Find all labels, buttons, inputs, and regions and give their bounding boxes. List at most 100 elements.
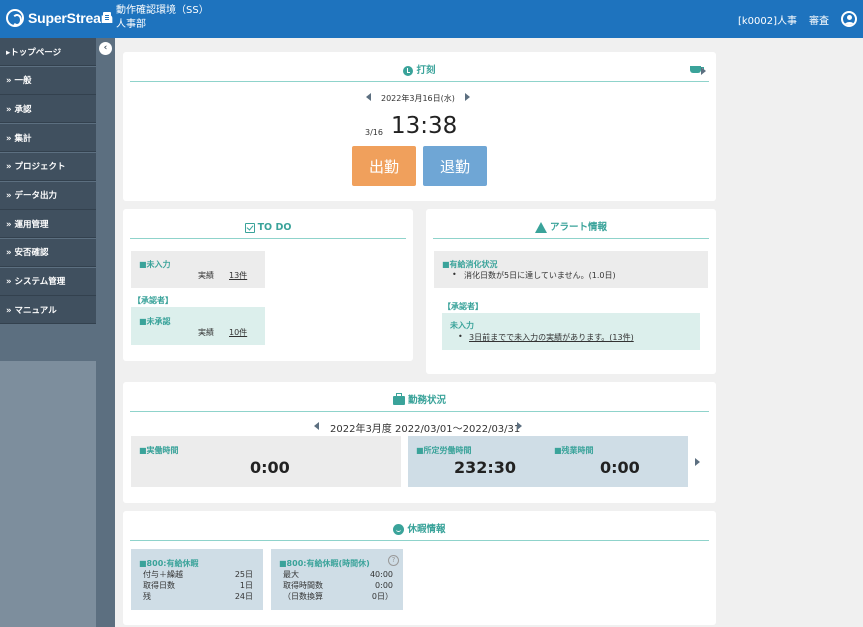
sidebar-item-approval[interactable]: » 承認 — [0, 95, 96, 124]
hourly-leave-value: 0日） — [371, 592, 393, 601]
department-name: 人事部 — [116, 19, 146, 30]
todo-approver-label: 【承認者】 — [133, 296, 173, 305]
hourly-leave-value: 40:00 — [369, 570, 393, 579]
prev-period-arrow-icon[interactable] — [314, 422, 319, 430]
clock-icon — [403, 65, 414, 76]
environment-name: 動作確認環境（SS） — [116, 5, 209, 16]
alert-paid-leave-message: 消化日数が5日に達していません。(1.0日) — [464, 271, 616, 280]
paid-leave-row: 付与＋繰越 25日 — [143, 569, 253, 580]
todo-unentered-box: ■未入力 実績 13件 — [131, 251, 265, 288]
hourly-leave-value: 0:00 — [375, 581, 393, 590]
next-date-arrow-icon[interactable] — [465, 93, 470, 101]
todo-unentered-label: ■未入力 — [139, 260, 171, 269]
paid-leave-key: 残 — [143, 592, 151, 601]
clock-in-button[interactable]: 出勤 — [352, 146, 416, 186]
help-icon[interactable]: ? — [388, 555, 399, 566]
sidebar-item-general[interactable]: » 一般 — [0, 66, 96, 95]
actual-hours-value: 0:00 — [250, 458, 290, 477]
alert-title: アラート情報 — [433, 221, 709, 239]
hourly-leave-label: ■800:有給休暇(時間休) — [279, 559, 370, 568]
sidebar-collapse-button[interactable]: ‹ — [99, 42, 112, 55]
sidebar-item-safety[interactable]: » 安否確認 — [0, 238, 96, 267]
scheduled-hours-box: ■所定労働時間 232:30 ■残業時間 0:00 — [408, 436, 688, 487]
brand-name: SuperStream — [28, 10, 113, 26]
hourly-leave-row: 取得時間数 0:00 — [283, 580, 393, 591]
sidebar-item-manual[interactable]: » マニュアル — [0, 296, 96, 325]
checkbox-icon — [244, 222, 255, 233]
superstream-logo[interactable]: SuperStream — [6, 9, 113, 27]
user-name[interactable]: [k0002]人事 — [738, 12, 797, 27]
work-title: 勤務状況 — [130, 393, 709, 412]
punch-title: 打刻 — [130, 64, 709, 82]
leave-title-text: 休暇情報 — [407, 524, 446, 535]
current-time: 13:38 — [391, 113, 458, 139]
prev-date-arrow-icon[interactable] — [366, 93, 371, 101]
sidebar-item-operation[interactable]: » 運用管理 — [0, 210, 96, 239]
sidebar-item-system[interactable]: » システム管理 — [0, 267, 96, 296]
punch-card: 打刻 2022年3月16日(水) 3/16 13:38 出勤 退勤 — [123, 52, 716, 201]
todo-unentered-link[interactable]: 13件 — [229, 270, 247, 281]
scheduled-hours-value: 232:30 — [454, 458, 517, 477]
paid-leave-key: 取得日数 — [143, 581, 175, 590]
paid-leave-value: 24日 — [234, 592, 253, 601]
paid-leave-box: ■800:有給休暇 付与＋繰越 25日 取得日数 1日 残 24日 — [131, 549, 263, 610]
user-icon[interactable] — [841, 11, 857, 27]
punch-title-text: 打刻 — [416, 65, 436, 76]
warning-icon — [534, 222, 547, 233]
role-label[interactable]: 審査 — [809, 12, 829, 27]
paid-leave-row: 取得日数 1日 — [143, 580, 253, 591]
header-user-area: [k0002]人事 審査 — [738, 11, 857, 27]
scheduled-hours-label: ■所定労働時間 — [416, 446, 472, 455]
sidebar-item-project[interactable]: » プロジェクト — [0, 152, 96, 181]
punch-more-arrow-icon[interactable] — [701, 67, 706, 75]
sidebar: ▸トップページ » 一般 » 承認 » 集計 » プロジェクト » データ出力 … — [0, 38, 115, 627]
actual-hours-box: ■実働時間 0:00 — [131, 436, 401, 487]
todo-title: TO DO — [130, 221, 406, 239]
next-work-arrow-icon[interactable] — [695, 458, 700, 466]
hourly-leave-row: 最大 40:00 — [283, 569, 393, 580]
alert-unentered-bullet: • — [458, 332, 463, 341]
smile-icon — [393, 524, 405, 535]
alert-card: アラート情報 ■有給消化状況 • 消化日数が5日に達していません。(1.0日) … — [426, 209, 716, 374]
paid-leave-value: 1日 — [239, 581, 253, 590]
work-status-card: 勤務状況 2022年3月度 2022/03/01～2022/03/31 ■実働時… — [123, 382, 716, 503]
paid-leave-details: 付与＋繰越 25日 取得日数 1日 残 24日 — [143, 569, 253, 602]
alert-approver-label: 【承認者】 — [443, 302, 483, 311]
alert-paid-leave-label: ■有給消化状況 — [442, 260, 498, 269]
todo-card: TO DO ■未入力 実績 13件 【承認者】 ■未承認 実績 10件 — [123, 209, 413, 361]
alert-unentered-link[interactable]: 3日前までで未入力の実績があります。(13件) — [469, 332, 634, 343]
alert-paid-leave-bullet: • — [452, 270, 457, 279]
todo-unapproved-link[interactable]: 10件 — [229, 327, 247, 338]
sidebar-item-data-output[interactable]: » データ出力 — [0, 181, 96, 210]
hourly-leave-details: 最大 40:00 取得時間数 0:00 （日数換算 0日） — [283, 569, 393, 602]
todo-unapproved-box: ■未承認 実績 10件 — [131, 307, 265, 345]
sidebar-item-aggregate[interactable]: » 集計 — [0, 124, 96, 153]
todo-unapproved-label: ■未承認 — [139, 317, 171, 326]
next-period-arrow-icon[interactable] — [517, 422, 522, 430]
paid-leave-value: 25日 — [234, 570, 253, 579]
sidebar-background — [0, 361, 96, 627]
leave-title: 休暇情報 — [130, 523, 709, 541]
briefcase-icon — [392, 393, 405, 405]
todo-unentered-key: 実績 — [198, 271, 214, 280]
paid-leave-key: 付与＋繰越 — [143, 570, 183, 579]
hourly-leave-key: 最大 — [283, 570, 299, 579]
sidebar-item-top-page[interactable]: ▸トップページ — [0, 38, 96, 66]
logo-icon — [6, 9, 24, 27]
overtime-value: 0:00 — [600, 458, 640, 477]
punch-date: 2022年3月16日(水) — [381, 94, 455, 103]
clock-out-button[interactable]: 退勤 — [423, 146, 487, 186]
work-title-text: 勤務状況 — [407, 395, 446, 406]
app-header: SuperStream 動作確認環境（SS） 人事部 [k0002]人事 審査 — [0, 0, 863, 38]
overtime-label: ■残業時間 — [554, 446, 594, 455]
alert-unentered-box: 未入力 • 3日前までで未入力の実績があります。(13件) — [442, 313, 700, 350]
paid-leave-row: 残 24日 — [143, 591, 253, 602]
alert-unentered-label: 未入力 — [450, 321, 474, 330]
hourly-leave-key: 取得時間数 — [283, 581, 323, 590]
todo-unapproved-key: 実績 — [198, 328, 214, 337]
document-icon[interactable] — [103, 12, 111, 23]
hourly-leave-row: （日数換算 0日） — [283, 591, 393, 602]
leave-card: 休暇情報 ■800:有給休暇 付与＋繰越 25日 取得日数 1日 残 24日 ■800… — [123, 511, 716, 625]
coffee-icon[interactable] — [690, 66, 704, 73]
paid-leave-label: ■800:有給休暇 — [139, 559, 199, 568]
